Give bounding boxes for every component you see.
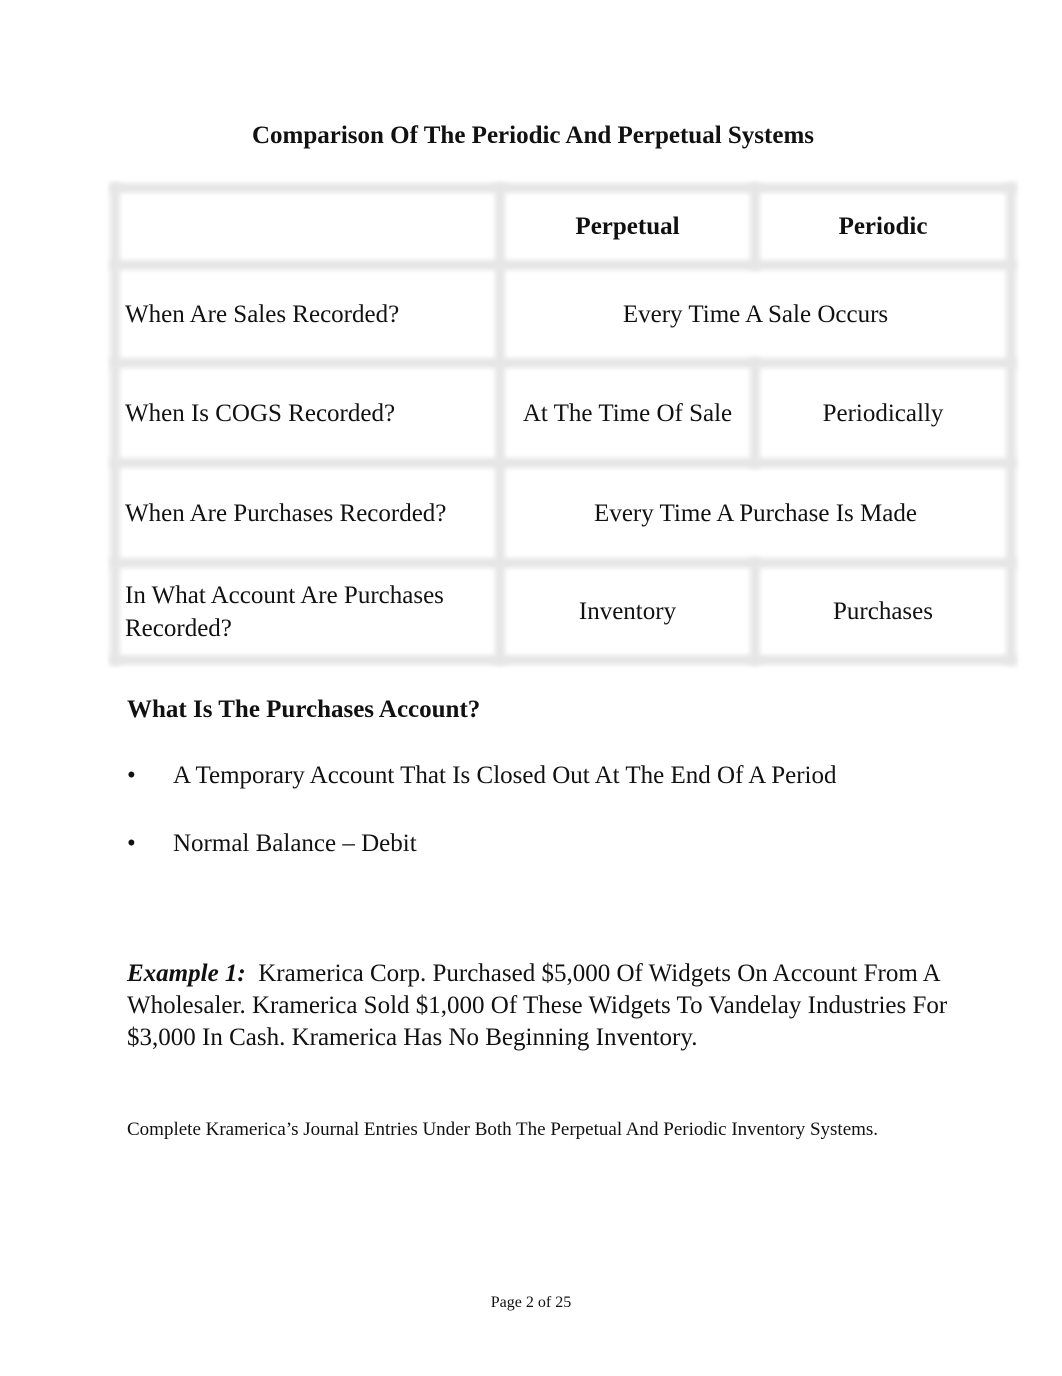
bullet-text: Normal Balance – Debit bbox=[173, 830, 417, 857]
table-border bbox=[750, 558, 760, 665]
instruction-text: Complete Kramerica’s Journal Entries Und… bbox=[127, 1119, 879, 1140]
table-border bbox=[110, 558, 1016, 568]
row-perpetual-answer: Inventory bbox=[578, 598, 677, 625]
table-border bbox=[110, 458, 1016, 468]
table-border bbox=[110, 183, 1016, 193]
table-border bbox=[110, 260, 1016, 270]
row-question: When Are Sales Recorded? bbox=[125, 300, 400, 328]
table-border bbox=[1006, 183, 1016, 665]
table-border bbox=[110, 358, 1016, 368]
header-periodic: Periodic bbox=[838, 213, 928, 240]
bullet-text: A Temporary Account That Is Closed Out A… bbox=[173, 762, 837, 789]
header-perpetual: Perpetual bbox=[575, 213, 680, 240]
section-heading: What Is The Purchases Account? bbox=[127, 696, 481, 723]
bullet-icon: • bbox=[127, 830, 136, 857]
row-question: In What Account Are Purchases Recorded? bbox=[125, 581, 444, 642]
example-label: Example 1: bbox=[127, 960, 246, 987]
row-perpetual-answer: At The Time Of Sale bbox=[522, 399, 733, 427]
table-border bbox=[750, 183, 760, 270]
row-question: When Are Purchases Recorded? bbox=[125, 499, 447, 527]
example-paragraph: Example 1: Kramerica Corp. Purchased $5,… bbox=[127, 958, 957, 1054]
page-number: Page 2 of 25 bbox=[490, 1294, 572, 1311]
row-merged-answer: Every Time A Purchase Is Made bbox=[594, 499, 917, 527]
table-border bbox=[495, 183, 505, 665]
comparison-table: Perpetual Periodic When Are Sales Record… bbox=[110, 183, 1016, 665]
page-title: Comparison Of The Periodic And Perpetual… bbox=[251, 122, 815, 149]
table-border bbox=[750, 358, 760, 468]
row-periodic-answer: Periodically bbox=[822, 399, 944, 427]
row-periodic-answer: Purchases bbox=[833, 598, 933, 625]
row-question: When Is COGS Recorded? bbox=[125, 399, 396, 427]
example-text: Kramerica Corp. Purchased $5,000 Of Widg… bbox=[127, 960, 948, 1051]
row-merged-answer: Every Time A Sale Occurs bbox=[622, 300, 889, 328]
bullet-icon: • bbox=[127, 762, 136, 789]
table-border bbox=[110, 655, 1016, 665]
